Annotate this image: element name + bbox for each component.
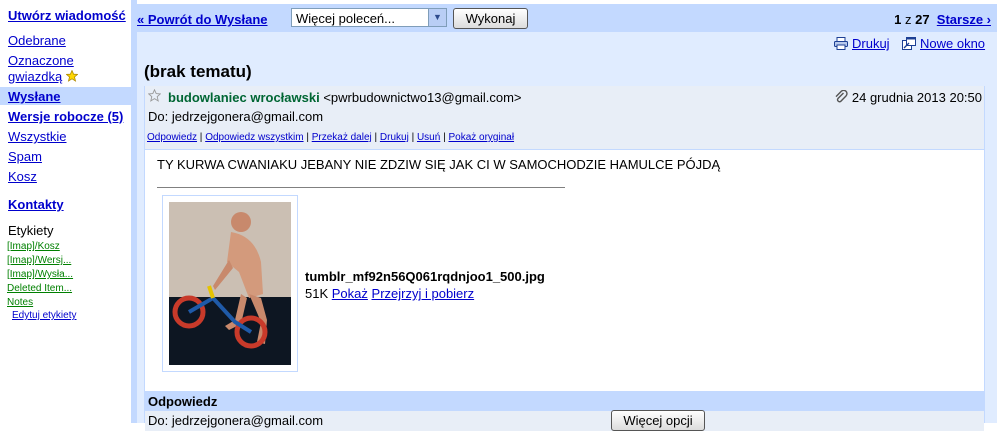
message-date: 24 grudnia 2013 20:50 <box>851 90 982 105</box>
nav-trash[interactable]: Kosz <box>8 169 37 185</box>
nav-starred-label[interactable]: Oznaczone gwiazdką <box>8 53 74 84</box>
more-actions-select[interactable]: Więcej poleceń... ▼ <box>291 8 447 27</box>
attachment-meta: 51K Pokaż Przejrzyj i pobierz <box>305 286 474 301</box>
label-notes[interactable]: Notes <box>7 297 33 308</box>
attachment-thumbnail[interactable] <box>162 195 298 372</box>
star-outline-icon[interactable] <box>148 89 161 102</box>
label-imap-kosz[interactable]: [Imap]/Kosz <box>7 241 60 252</box>
new-window-link[interactable]: Nowe okno <box>920 36 985 51</box>
reply-form: Do: jedrzejgonera@gmail.com Więcej opcji <box>145 410 984 431</box>
more-actions-value: Więcej poleceń... <box>296 11 395 26</box>
new-window-action[interactable]: Nowe okno <box>902 36 985 51</box>
back-to-sent-link[interactable]: « Powrót do Wysłane <box>137 12 268 27</box>
paperclip-icon <box>835 89 848 103</box>
pager: 1 z 27 Starsze › <box>894 12 991 27</box>
nav-contacts[interactable]: Kontakty <box>8 197 64 213</box>
new-window-icon <box>902 37 916 50</box>
attachment-filename: tumblr_mf92n56Q061rqdnjoo1_500.jpg <box>305 269 545 284</box>
utility-bar: Drukuj Nowe okno <box>137 32 997 56</box>
message-date-area: 24 grudnia 2013 20:50 <box>834 89 982 105</box>
nav-all[interactable]: Wszystkie <box>8 129 67 145</box>
edit-labels-link[interactable]: Edytuj etykiety <box>12 310 76 321</box>
show-original-link[interactable]: Pokaż oryginał <box>448 132 514 143</box>
photo-image <box>169 202 291 365</box>
reply-title: Odpowiedz <box>148 394 218 409</box>
nav-drafts[interactable]: Wersje robocze (5) <box>8 109 123 125</box>
printer-icon <box>834 37 848 50</box>
reply-recipient: Do: jedrzejgonera@gmail.com <box>148 413 324 428</box>
nav-inbox[interactable]: Odebrane <box>8 33 66 49</box>
nav-spam[interactable]: Spam <box>8 149 42 165</box>
recipient: Do: jedrzejgonera@gmail.com <box>148 109 324 124</box>
pager-of: z <box>901 12 916 27</box>
message-actions: Odpowiedz | Odpowiedz wszystkim | Przeka… <box>147 132 515 143</box>
conversation-pane: (brak tematu) budowlaniec wrocławski <pw… <box>137 56 997 431</box>
message-subject: (brak tematu) <box>144 62 252 81</box>
nav-starred[interactable]: Oznaczone gwiazdką <box>8 53 88 85</box>
reply-all-link[interactable]: Odpowiedz wszystkim <box>205 132 303 143</box>
chevron-down-icon: ▼ <box>428 9 446 26</box>
labels-title: Etykiety <box>8 223 54 238</box>
sender-email: <pwrbudownictwo13@gmail.com> <box>323 90 522 105</box>
body-divider <box>157 187 565 188</box>
print-message-link[interactable]: Drukuj <box>380 132 409 143</box>
sender: budowlaniec wrocławski <pwrbudownictwo13… <box>168 90 522 105</box>
star-icon <box>65 69 79 82</box>
print-link[interactable]: Drukuj <box>852 36 890 51</box>
nav-sent[interactable]: Wysłane <box>8 89 61 105</box>
attachment-download-link[interactable]: Przejrzyj i pobierz <box>372 286 475 301</box>
message-card: budowlaniec wrocławski <pwrbudownictwo13… <box>144 86 985 431</box>
go-button[interactable]: Wykonaj <box>453 8 528 29</box>
label-imap-wyslane[interactable]: [Imap]/Wysła... <box>7 269 73 280</box>
print-action[interactable]: Drukuj <box>834 36 890 51</box>
pager-total: 27 <box>915 12 930 27</box>
attachment-show-link[interactable]: Pokaż <box>332 286 368 301</box>
delete-link[interactable]: Usuń <box>417 132 440 143</box>
reply-link[interactable]: Odpowiedz <box>147 132 197 143</box>
forward-link[interactable]: Przekaż dalej <box>312 132 372 143</box>
label-deleted-items[interactable]: Deleted Item... <box>7 283 72 294</box>
older-link[interactable]: Starsze › <box>937 12 991 27</box>
message-body: TY KURWA CWANIAKU JEBANY NIE ZDZIW SIĘ J… <box>157 157 721 172</box>
attachment-size: 51K <box>305 286 329 301</box>
reply-header: Odpowiedz <box>145 391 984 411</box>
more-options-button[interactable]: Więcej opcji <box>611 410 705 431</box>
toolbar: « Powrót do Wysłane Więcej poleceń... ▼ … <box>137 4 997 32</box>
sender-name: budowlaniec wrocławski <box>168 90 320 105</box>
left-nav: Utwórz wiadomość Odebrane Oznaczone gwia… <box>0 0 131 423</box>
message-header: budowlaniec wrocławski <pwrbudownictwo13… <box>145 86 984 150</box>
label-imap-wersje[interactable]: [Imap]/Wersj... <box>7 255 71 266</box>
compose-link[interactable]: Utwórz wiadomość <box>8 8 130 23</box>
